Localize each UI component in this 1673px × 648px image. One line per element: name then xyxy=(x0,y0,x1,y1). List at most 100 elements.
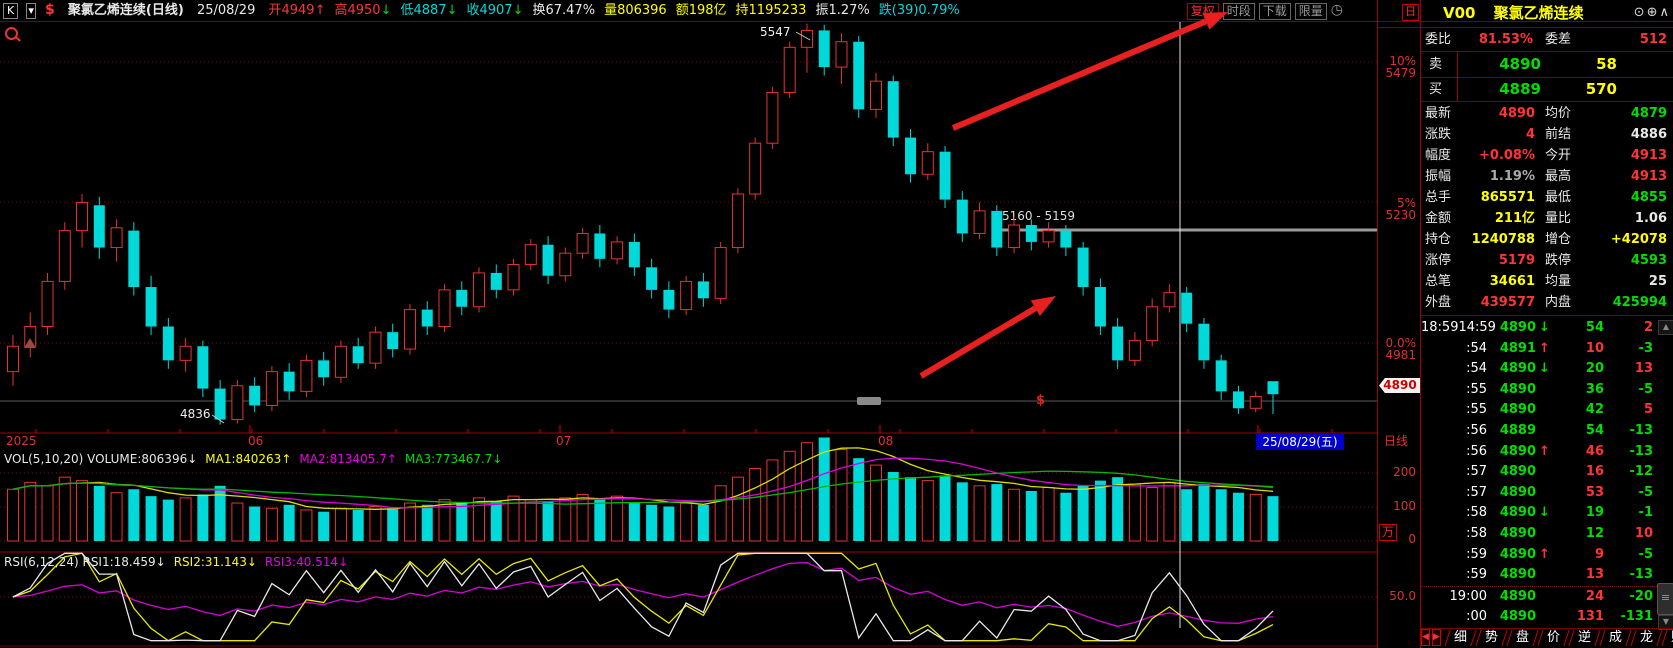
volume-axis-label: 200 xyxy=(1340,466,1416,479)
indicator-param: RSI3:40.514↓ xyxy=(265,555,348,569)
volume-pane-header: VOL(5,10,20) VOLUME:806396↓ MA1:840263↑ MA… xyxy=(4,452,511,466)
indicator-param: VOL(5,10,20) VOLUME:806396↓ xyxy=(4,452,197,466)
ask-row[interactable]: 卖 4890 58 xyxy=(1421,53,1673,76)
tick-row: :56488954-13 xyxy=(1421,421,1673,442)
k-period-button[interactable]: K xyxy=(3,3,18,19)
stat-row: 总手865571最低4855 xyxy=(1421,187,1673,208)
stat-row: 金额211亿量比1.06 xyxy=(1421,208,1673,229)
tab-盘[interactable]: 盘 xyxy=(1506,630,1538,646)
quote-field: 额198亿 xyxy=(676,3,727,18)
scrollbar-thumb[interactable] xyxy=(1657,583,1673,615)
stat-row: 涨停5179跌停4593 xyxy=(1421,250,1673,271)
tab-价[interactable]: 价 xyxy=(1537,630,1569,646)
quote-panel: V00 聚氯乙烯连续 ⊙⊕∧ 委比 81.53% 委差 512 卖 4890 5… xyxy=(1421,0,1673,648)
trend-arrow-icon: ↑ xyxy=(315,3,326,18)
top-bar-buttons: 复权时段下载限量◷ xyxy=(1183,0,1343,21)
tick-row: :564890↑46-13 xyxy=(1421,442,1673,463)
stat-row: 总笔34661均量25 xyxy=(1421,271,1673,292)
quote-field: 量806396 xyxy=(604,3,667,18)
x-axis-label: 07 xyxy=(556,435,571,448)
indicator-param: RSI2:31.143↓ xyxy=(174,555,257,569)
tick-row: :57489016-12 xyxy=(1421,462,1673,483)
rsi-axis-label: 50.0 xyxy=(1340,590,1416,603)
period-label[interactable]: 日线 xyxy=(1384,435,1408,448)
top-bar: K ▾ $ 聚氯乙烯连续(日线) 25/08/29 开4949↑高4950↓低4… xyxy=(0,0,1377,22)
flash-icon[interactable]: ⊕ xyxy=(1647,5,1660,20)
volume-axis-label: 100 xyxy=(1340,500,1416,513)
toolbar-button-1[interactable]: 时段 xyxy=(1223,3,1255,20)
instrument-title: 聚氯乙烯连续(日线) xyxy=(68,3,184,18)
tabs-left-icon[interactable]: ◀ xyxy=(1421,629,1430,646)
magnifier-icon[interactable] xyxy=(5,27,18,40)
tab-细[interactable]: 细 xyxy=(1444,630,1476,646)
panel-header: V00 聚氯乙烯连续 ⊙⊕∧ xyxy=(1421,0,1673,27)
target-icon[interactable]: ⊙ xyxy=(1634,5,1647,20)
bid-row[interactable]: 买 4889 570 xyxy=(1421,78,1673,101)
quote-field: 收4907 xyxy=(466,3,512,18)
tab-财[interactable]: 财 xyxy=(1661,630,1673,646)
weibi-row: 委比 81.53% 委差 512 xyxy=(1421,29,1673,50)
svg-text:5160 - 5159: 5160 - 5159 xyxy=(1002,209,1075,223)
y-axis-price-label: 5230 xyxy=(1340,209,1416,222)
tick-row: :55489036-5 xyxy=(1421,380,1673,401)
tick-row: :544890↓2013 xyxy=(1421,359,1673,380)
tick-row: :5848901210 xyxy=(1421,524,1673,545)
quote-field: 跌(39)0.79% xyxy=(879,3,960,18)
stat-row: 持仓1240788增仓+42078 xyxy=(1421,229,1673,250)
tick-row: :594890↑9-5 xyxy=(1421,545,1673,566)
tick-row: :57489053-5 xyxy=(1421,483,1673,504)
trend-arrow-icon: ↓ xyxy=(513,3,524,18)
tab-龙[interactable]: 龙 xyxy=(1630,630,1662,646)
toolbar-button-0[interactable]: 复权 xyxy=(1187,3,1219,20)
tick-row: :59489013-13 xyxy=(1421,565,1673,586)
scroll-up-icon[interactable]: ▲ xyxy=(1658,320,1673,335)
trend-arrow-icon: ↓ xyxy=(381,3,392,18)
quote-field: 振1.27% xyxy=(815,3,869,18)
contract-name: 聚氯乙烯连续 xyxy=(1494,4,1584,22)
bar-date: 25/08/29 xyxy=(197,3,255,18)
trend-arrow-icon: ↓ xyxy=(447,3,458,18)
collapse-icon[interactable]: ∧ xyxy=(1659,5,1671,20)
stat-row: 涨跌4前结4886 xyxy=(1421,124,1673,145)
stat-row: 幅度+0.08%今开4913 xyxy=(1421,145,1673,166)
toolbar-button-2[interactable]: 下载 xyxy=(1259,3,1291,20)
clock-icon[interactable]: ◷ xyxy=(1331,2,1343,18)
indicator-param: MA1:840263↑ xyxy=(205,452,291,466)
tick-list[interactable]: 18:5914:594890↓542:544891↑10-3:544890↓20… xyxy=(1421,318,1673,628)
bottom-tabs: ◀ ▶ 细势盘价逆成龙财 xyxy=(1421,628,1673,647)
rsi-pane-header: RSI(6,12,24) RSI1:18.459↓ RSI2:31.143↓ RSI… xyxy=(4,555,356,569)
tick-row: 18:5914:594890↓542 xyxy=(1421,318,1673,339)
money-icon: $ xyxy=(45,2,55,18)
svg-text:4836: 4836 xyxy=(180,407,211,421)
volume-axis-label: 0 xyxy=(1340,533,1416,546)
y-axis-price-label: 4981 xyxy=(1340,349,1416,362)
contract-code: V00 xyxy=(1443,4,1475,22)
quote-field: 低4887 xyxy=(400,3,446,18)
stat-row: 外盘439577内盘425994 xyxy=(1421,292,1673,313)
quote-field: 换67.47% xyxy=(532,3,595,18)
chart-axis-divider xyxy=(1377,0,1378,648)
indicator-param: RSI(6,12,24) RSI1:18.459↓ xyxy=(4,555,166,569)
indicator-param: MA3:773467.7↓ xyxy=(405,452,503,466)
svg-text:$: $ xyxy=(1036,393,1045,408)
x-axis-label: 08 xyxy=(878,435,893,448)
last-price-tag: 4890 xyxy=(1379,378,1421,393)
k-dropdown-icon[interactable]: ▾ xyxy=(26,3,36,19)
x-axis-label: 06 xyxy=(248,435,263,448)
tabs-right-icon[interactable]: ▶ xyxy=(1432,629,1441,646)
tab-成[interactable]: 成 xyxy=(1599,630,1631,646)
y-axis-price-label: 5479 xyxy=(1340,67,1416,80)
tab-势[interactable]: 势 xyxy=(1475,630,1507,646)
x-axis-label: 2025 xyxy=(6,435,37,448)
svg-text:5547: 5547 xyxy=(760,25,791,39)
ohlc-fields: 开4949↑高4950↓低4887↓收4907↓换67.47%量806396额1… xyxy=(259,3,959,18)
tick-row: :554890425 xyxy=(1421,400,1673,421)
toolbar-button-3[interactable]: 限量 xyxy=(1295,3,1327,20)
crosshair-date-box: 25/08/29(五) xyxy=(1256,434,1344,450)
tick-row: 19:00489024-20 xyxy=(1421,586,1673,608)
period-icon[interactable]: 日 xyxy=(1402,4,1419,21)
tab-逆[interactable]: 逆 xyxy=(1568,630,1600,646)
stat-row: 振幅1.19%最高4913 xyxy=(1421,166,1673,187)
tick-row: :584890↓19-1 xyxy=(1421,503,1673,524)
indicator-param: MA2:813405.7↑ xyxy=(299,452,397,466)
